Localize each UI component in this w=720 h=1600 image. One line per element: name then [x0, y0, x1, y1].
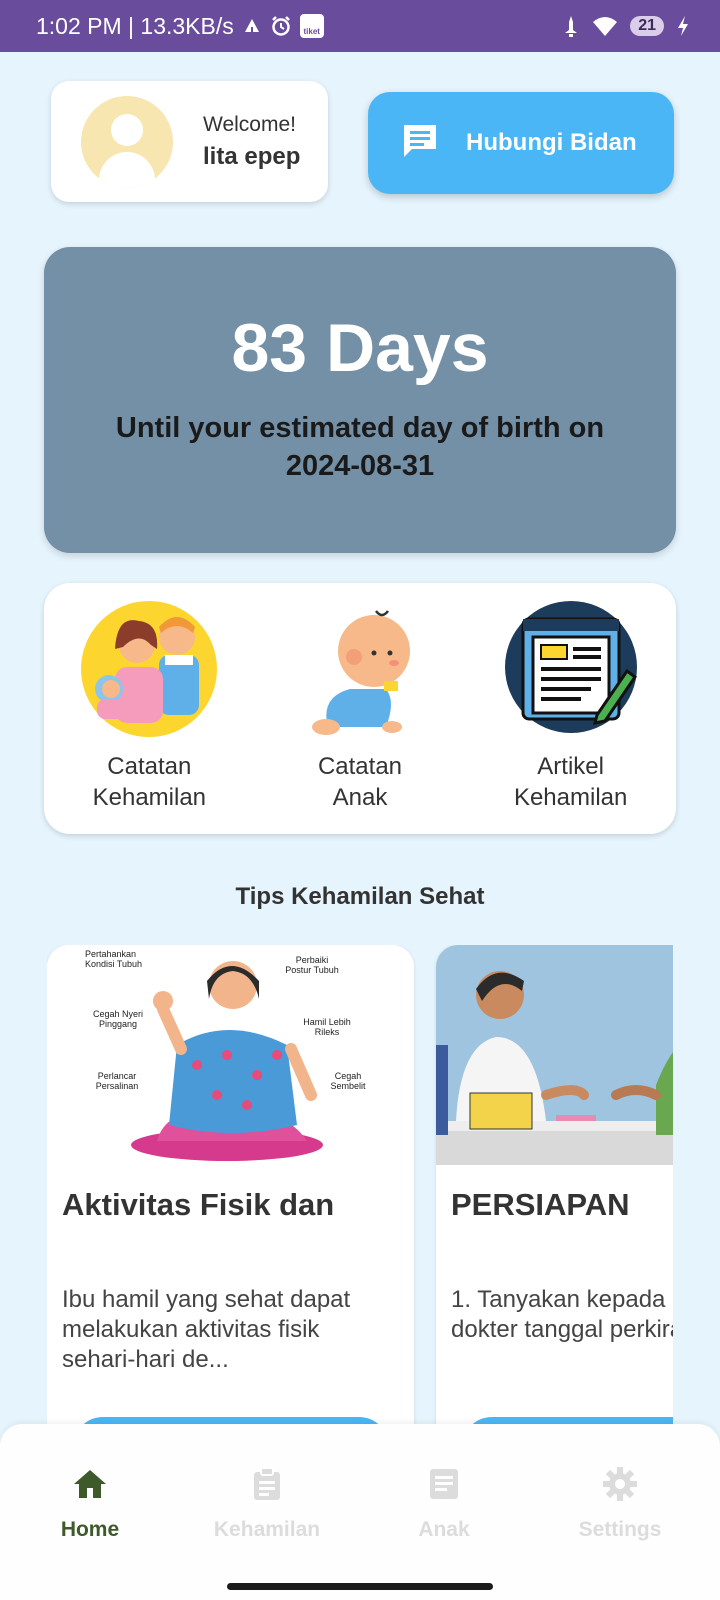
menu-item-catatan-kehamilan[interactable]: Catatan Kehamilan [54, 597, 244, 834]
menu-card: Catatan Kehamilan Catatan Anak Artikel K… [44, 583, 676, 834]
nav-kehamilan[interactable]: Kehamilan [177, 1424, 357, 1564]
tip-card[interactable]: Pertahankan Kondisi Tubuh Perbaiki Postu… [47, 945, 414, 1425]
clipboard-icon [249, 1466, 285, 1502]
menu-label-line1: Catatan [317, 753, 403, 780]
countdown-days: 83 Days [231, 310, 489, 386]
menu-label-line1: Catatan [107, 753, 192, 780]
status-time-speed: 1:02 PM | 13.3KB/s [36, 12, 234, 39]
home-icon [72, 1466, 108, 1502]
tip-image-physical-activity: Pertahankan Kondisi Tubuh Perbaiki Postu… [47, 945, 414, 1165]
image-label: Perbaiki Postur Tubuh [285, 955, 339, 975]
chat-icon [400, 121, 440, 166]
bottom-navigation: Home Kehamilan Anak Settings [0, 1424, 720, 1600]
family-icon [79, 597, 219, 737]
nav-label: Home [60, 1518, 120, 1541]
vpn-icon [242, 16, 262, 36]
image-label: Cegah Nyeri Pinggang [92, 1009, 144, 1029]
tip-title: Aktivitas Fisik dan [62, 1187, 335, 1222]
alarm-icon [270, 15, 292, 37]
welcome-card[interactable]: Welcome! lita epep [51, 81, 328, 202]
nav-label: Kehamilan [213, 1518, 321, 1541]
baby-icon [290, 597, 430, 737]
tip-card[interactable]: PERSIAPAN 1. Tanyakan kepada bidan dan d… [436, 945, 673, 1425]
welcome-greeting: Welcome! [203, 112, 296, 136]
article-icon [501, 597, 641, 737]
contact-midwife-label: Hubungi Bidan [466, 129, 637, 156]
charging-icon [676, 15, 690, 37]
tip-description: 1. Tanyakan kepada bidan dan dokter tang… [451, 1286, 673, 1343]
tiket-app-icon: tiket [299, 14, 324, 38]
menu-label-line1: Artikel [537, 753, 604, 780]
status-bar: 1:02 PM | 13.3KB/s tiket 21 [0, 0, 720, 52]
image-label: Pertahankan Kondisi Tubuh [85, 949, 143, 969]
nav-home[interactable]: Home [0, 1424, 180, 1564]
nav-anak[interactable]: Anak [354, 1424, 534, 1564]
image-label: Perlancar Persalinan [95, 1071, 139, 1091]
battery-icon: 21 [630, 16, 664, 36]
menu-label-line2: Anak [332, 784, 388, 811]
nav-label: Anak [418, 1518, 470, 1541]
image-label: Hamil Lebih Rileks [303, 1017, 351, 1037]
nav-label: Settings [578, 1518, 662, 1541]
bell-mute-icon [562, 14, 580, 38]
document-icon [426, 1466, 462, 1502]
tips-carousel[interactable]: Pertahankan Kondisi Tubuh Perbaiki Postu… [47, 945, 673, 1425]
tips-section-title: Tips Kehamilan Sehat [235, 883, 485, 910]
menu-item-artikel-kehamilan[interactable]: Artikel Kehamilan [476, 597, 666, 834]
menu-label-line2: Kehamilan [92, 784, 207, 811]
tip-image-preparation [436, 945, 673, 1165]
countdown-subtitle: Until your estimated day of birth on 202… [115, 412, 605, 482]
countdown-card: 83 Days Until your estimated day of birt… [44, 247, 676, 553]
contact-midwife-button[interactable]: Hubungi Bidan [368, 92, 674, 194]
image-label: Cegah Sembelit [330, 1071, 366, 1091]
home-gesture-bar[interactable] [227, 1583, 493, 1590]
user-name: lita epep [203, 142, 301, 170]
tip-title: PERSIAPAN [451, 1187, 630, 1222]
tip-description: Ibu hamil yang sehat dapat melakukan akt… [62, 1286, 351, 1373]
nav-settings[interactable]: Settings [530, 1424, 710, 1564]
menu-item-catatan-anak[interactable]: Catatan Anak [265, 597, 455, 834]
wifi-icon [592, 15, 618, 37]
menu-label-line2: Kehamilan [513, 784, 628, 811]
avatar [81, 95, 173, 188]
gear-icon [602, 1466, 638, 1502]
